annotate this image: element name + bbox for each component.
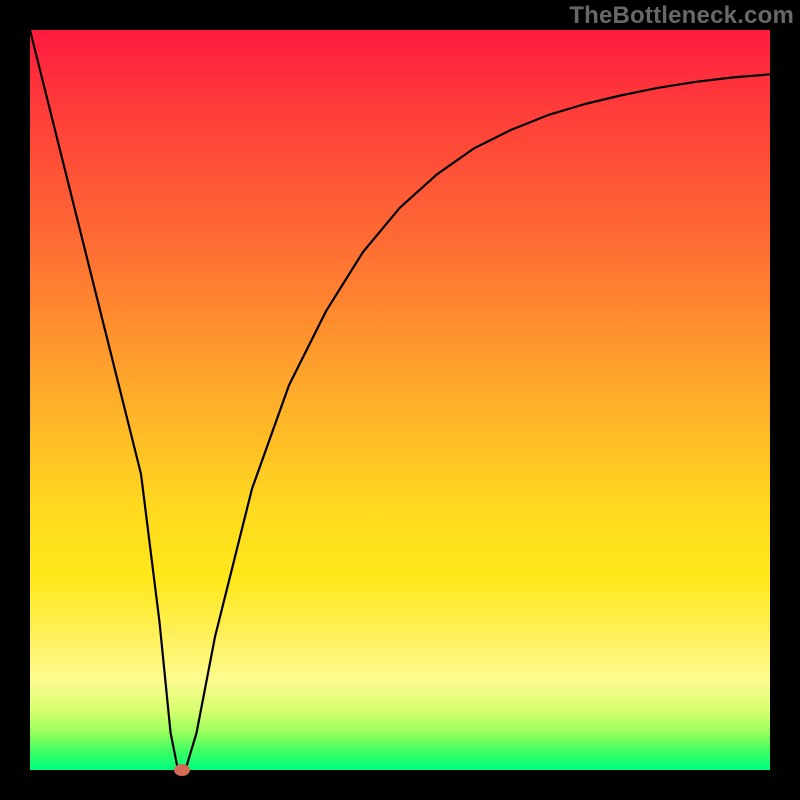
chart-frame: TheBottleneck.com bbox=[0, 0, 800, 800]
watermark-text: TheBottleneck.com bbox=[569, 2, 794, 30]
minimum-point-marker bbox=[174, 764, 190, 776]
bottleneck-curve bbox=[30, 30, 770, 770]
